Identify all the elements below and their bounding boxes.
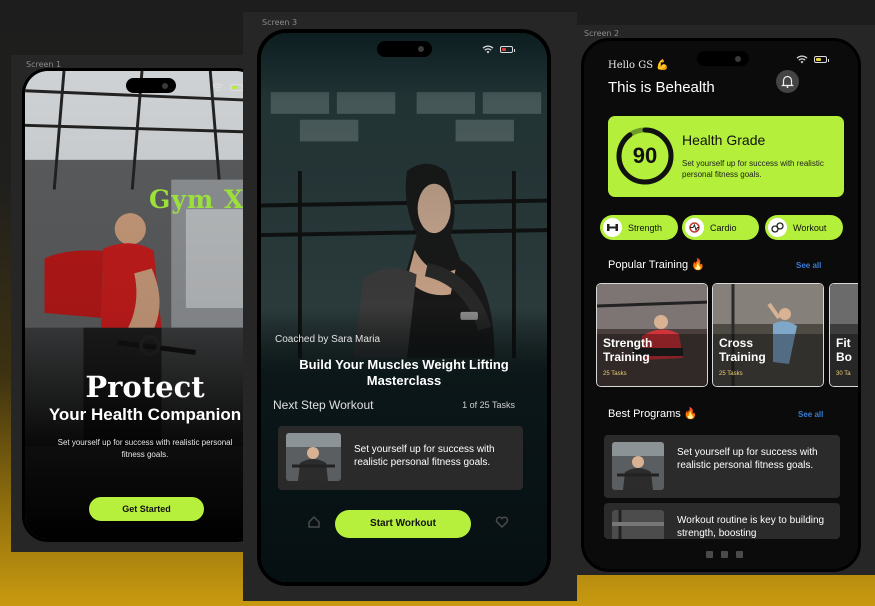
workout-icon: [768, 218, 787, 237]
screen3-label: Screen 3: [262, 18, 298, 27]
dynamic-island: [377, 41, 432, 57]
screen1-phone: Gym X Protect Your Health Companion Set …: [22, 68, 262, 542]
program-card[interactable]: Set yourself up for success with realist…: [604, 435, 840, 498]
home-tab-icon[interactable]: [706, 551, 713, 558]
profile-tab-icon[interactable]: [736, 551, 743, 558]
training-title: Fit Bo: [836, 336, 852, 364]
greeting: Hello GS 💪: [608, 60, 669, 71]
cardio-icon: [685, 218, 704, 237]
battery-icon: [814, 56, 829, 63]
app-title: This is Behealth: [608, 79, 715, 96]
training-card[interactable]: Cross Training 25 Tasks: [712, 283, 824, 387]
training-title: Strength Training: [603, 336, 653, 364]
battery-icon: [500, 46, 515, 53]
program-text: Set yourself up for success with realist…: [677, 447, 818, 471]
health-grade-title: Health Grade: [682, 132, 766, 148]
screen2-phone: Hello GS 💪 This is Behealth 90 Health Gr…: [581, 38, 861, 572]
status-bar: [796, 55, 829, 64]
workout-thumbnail: [286, 433, 341, 481]
status-bar: [482, 45, 515, 54]
training-card[interactable]: Strength Training 25 Tasks: [596, 283, 708, 387]
battery-icon: [230, 84, 245, 91]
category-strength-label: Strength: [628, 222, 663, 233]
trainer-woman-photo: [261, 33, 547, 582]
programs-see-all-link[interactable]: See all: [798, 410, 823, 419]
app-logo: Gym X: [149, 185, 245, 214]
training-tasks: 25 Tasks: [719, 371, 743, 377]
get-started-button[interactable]: Get Started: [89, 497, 204, 521]
screen2-label: Screen 2: [584, 29, 620, 38]
training-tasks: 30 Ta: [836, 371, 851, 377]
coach-name: Coached by Sara Maria: [275, 334, 381, 345]
training-title: Cross Training: [719, 336, 766, 364]
wifi-icon: [212, 83, 224, 92]
category-cardio-label: Cardio: [710, 222, 737, 233]
greeting-text: Hello GS: [608, 60, 654, 71]
health-grade-score: 90: [632, 143, 658, 168]
program-card[interactable]: Workout routine is key to building stren…: [604, 503, 840, 539]
wifi-icon: [482, 45, 494, 54]
start-workout-button[interactable]: Start Workout: [335, 510, 471, 538]
flexed-biceps-emoji: 💪: [656, 60, 669, 71]
category-workout[interactable]: Workout: [765, 215, 843, 240]
hero-description: Set yourself up for success with realist…: [57, 438, 233, 459]
training-tasks: 25 Tasks: [603, 371, 627, 377]
dumbbell-icon: [603, 218, 622, 237]
program-text: Workout routine is key to building stren…: [677, 515, 825, 539]
hero-title: Protect: [85, 370, 205, 404]
dynamic-island: [126, 78, 176, 93]
popular-training-heading: Popular Training 🔥: [608, 259, 705, 271]
health-grade-description: Set yourself up for success with realist…: [682, 159, 824, 179]
hero-subtitle: Your Health Companion: [48, 405, 242, 424]
health-grade-card[interactable]: 90 Health Grade Set yourself up for succ…: [608, 116, 844, 197]
course-title: Build Your Muscles Weight Lifting Master…: [299, 357, 509, 388]
program-thumbnail: [612, 510, 664, 539]
dynamic-island: [697, 51, 749, 66]
category-cardio[interactable]: Cardio: [682, 215, 759, 240]
next-step-heading: Next Step Workout: [273, 398, 374, 412]
task-count: 1 of 25 Tasks: [462, 400, 515, 410]
screen3-phone: Coached by Sara Maria Build Your Muscles…: [257, 29, 551, 586]
heart-icon[interactable]: [495, 515, 509, 529]
popular-see-all-link[interactable]: See all: [796, 261, 821, 270]
gym-man-photo: [25, 71, 259, 539]
bell-icon: [781, 75, 794, 88]
program-thumbnail: [612, 442, 664, 490]
notification-button[interactable]: [776, 70, 799, 93]
training-card[interactable]: Fit Bo 30 Ta: [829, 283, 858, 387]
category-strength[interactable]: Strength: [600, 215, 678, 240]
workout-card[interactable]: Set yourself up for success with realist…: [278, 426, 523, 490]
stats-tab-icon[interactable]: [721, 551, 728, 558]
best-programs-heading: Best Programs 🔥: [608, 408, 698, 420]
workout-card-text: Set yourself up for success with realist…: [354, 444, 495, 468]
category-workout-label: Workout: [793, 222, 827, 233]
status-bar: [212, 83, 245, 92]
wifi-icon: [796, 55, 808, 64]
home-icon[interactable]: [307, 515, 321, 529]
